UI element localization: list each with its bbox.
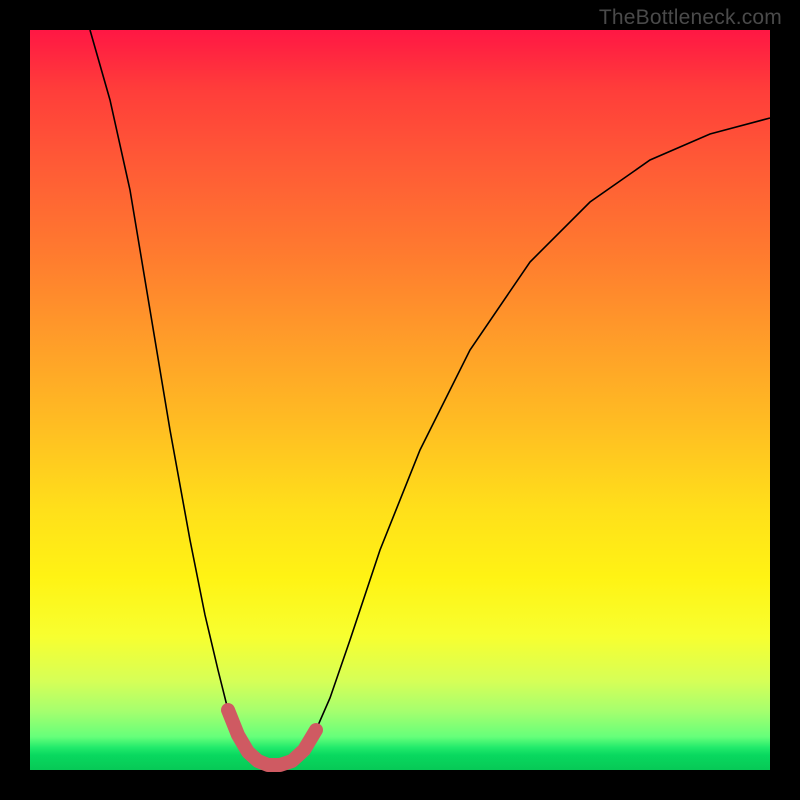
curve-svg bbox=[30, 30, 770, 770]
gradient-plot-area bbox=[30, 30, 770, 770]
bottleneck-curve-line bbox=[90, 30, 770, 765]
chart-frame: TheBottleneck.com bbox=[0, 0, 800, 800]
watermark-text: TheBottleneck.com bbox=[599, 6, 782, 30]
sweet-spot-highlight-line bbox=[228, 710, 316, 765]
